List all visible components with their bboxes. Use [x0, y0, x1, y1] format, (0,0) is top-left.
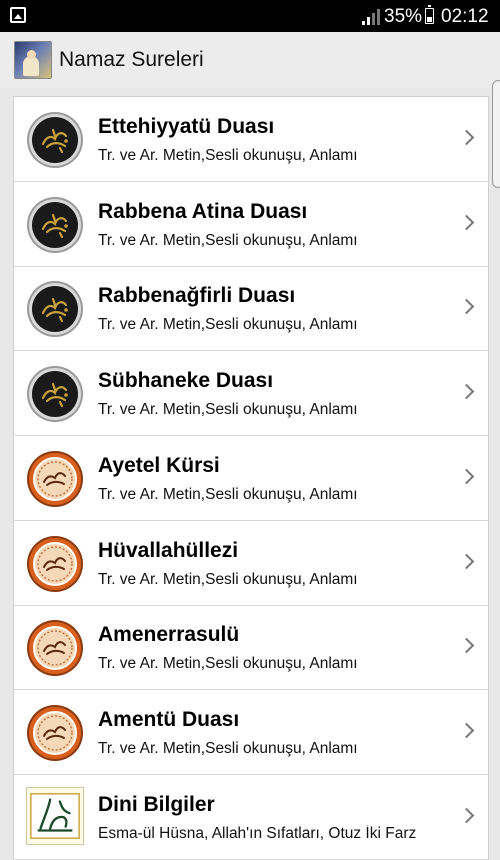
- scroll-indicator[interactable]: [492, 80, 500, 188]
- list-item-ayetel-kursi[interactable]: Ayetel Kürsi Tr. ve Ar. Metin,Sesli okunu…: [14, 436, 488, 521]
- list-item-title: Ettehiyyatü Duası: [98, 115, 275, 138]
- chevron-right-icon: [458, 553, 475, 569]
- chevron-right-icon: [458, 637, 475, 654]
- list-item-subtitle: Tr. ve Ar. Metin,Sesli okunuşu, Anlamı: [98, 401, 358, 419]
- list-item-ettehiyyatu-duasi[interactable]: Ettehiyyatü Duası Tr. ve Ar. Metin,Sesli …: [14, 97, 488, 182]
- chevron-right-icon: [458, 468, 475, 485]
- list-item-subtitle: Tr. ve Ar. Metin,Sesli okunuşu, Anlamı: [98, 739, 358, 757]
- battery-icon: [425, 5, 434, 24]
- signal-strength-icon: [362, 9, 380, 25]
- list-item-dini-bilgiler[interactable]: Dini Bilgiler Esma-ül Hüsna, Allah'ın Sıf…: [14, 775, 488, 860]
- list-item-subtitle: Tr. ve Ar. Metin,Sesli okunuşu, Anlamı: [98, 147, 358, 164]
- list-item-icon-orange-calligraphy-medallion-icon: [26, 704, 84, 762]
- list-item-title: Amentü Duası: [98, 707, 240, 731]
- list-item-title: Amenerrasulü: [98, 623, 240, 647]
- list-item-amentu-duasi[interactable]: Amentü Duası Tr. ve Ar. Metin,Sesli okunu…: [14, 690, 488, 775]
- list-item-title: Rabbenağfirli Duası: [98, 284, 296, 308]
- list-item-rabbenagfirli-duasi[interactable]: Rabbenağfirli Duası Tr. ve Ar. Metin,Sesl…: [14, 266, 488, 352]
- list-item-subtitle: Tr. ve Ar. Metin,Sesli okunuşu, Anlamı: [98, 316, 358, 334]
- gallery-notification-icon: [10, 7, 26, 23]
- list-item-title: Ayetel Kürsi: [98, 453, 220, 477]
- status-time: 02:12: [441, 6, 489, 27]
- chevron-right-icon: [458, 383, 475, 400]
- list-item-title: Dini Bilgiler: [98, 792, 215, 816]
- chevron-right-icon: [458, 299, 475, 315]
- list-item-icon-black-calligraphy-medallion-icon: [26, 196, 84, 254]
- app-logo-icon[interactable]: [14, 41, 52, 79]
- list-item-icon-black-calligraphy-medallion-icon: [26, 365, 84, 423]
- app-bar: Namaz Sureleri: [0, 32, 500, 88]
- list-item-icon-orange-calligraphy-medallion-icon: [26, 535, 84, 593]
- list-item-icon-calligraphy-tile-icon: [26, 786, 84, 845]
- list-item-title: Rabbena Atina Duası: [98, 199, 308, 223]
- list-item-icon-orange-calligraphy-medallion-icon: [26, 450, 84, 508]
- status-bar: 35% 02:12: [0, 0, 500, 32]
- list-item-subhaneke-duasi[interactable]: Sübhaneke Duası Tr. ve Ar. Metin,Sesli ok…: [14, 351, 488, 437]
- list-item-title: Hüvallahüllezi: [98, 538, 239, 562]
- chevron-right-icon: [458, 129, 475, 146]
- content-list: Ettehiyyatü Duası Tr. ve Ar. Metin,Sesli …: [13, 96, 489, 860]
- list-item-subtitle: Esma-ül Hüsna, Allah'ın Sıfatları, Otuz …: [98, 824, 417, 842]
- list-item-title: Sübhaneke Duası: [98, 369, 274, 393]
- list-item-subtitle: Tr. ve Ar. Metin,Sesli okunuşu, Anlamı: [98, 655, 358, 673]
- list-item-subtitle: Tr. ve Ar. Metin,Sesli okunuşu, Anlamı: [98, 485, 358, 503]
- list-item-icon-orange-calligraphy-medallion-icon: [26, 619, 84, 677]
- battery-percent: 35%: [384, 6, 423, 27]
- list-item-subtitle: Tr. ve Ar. Metin,Sesli okunuşu, Anlamı: [98, 570, 358, 588]
- app-title: Namaz Sureleri: [59, 48, 204, 71]
- list-item-subtitle: Tr. ve Ar. Metin,Sesli okunuşu, Anlamı: [98, 231, 358, 249]
- list-item-huvallahullezi[interactable]: Hüvallahüllezi Tr. ve Ar. Metin,Sesli oku…: [14, 521, 488, 606]
- list-item-rabbena-atina-duasi[interactable]: Rabbena Atina Duası Tr. ve Ar. Metin,Sesl…: [14, 182, 488, 267]
- chevron-right-icon: [458, 214, 475, 230]
- list-item-icon-black-calligraphy-medallion-icon: [26, 111, 84, 169]
- chevron-right-icon: [458, 807, 475, 823]
- list-item-icon-black-calligraphy-medallion-icon: [26, 280, 84, 338]
- chevron-right-icon: [458, 722, 475, 739]
- list-item-amenerrasulu[interactable]: Amenerrasulü Tr. ve Ar. Metin,Sesli okunu…: [14, 605, 488, 691]
